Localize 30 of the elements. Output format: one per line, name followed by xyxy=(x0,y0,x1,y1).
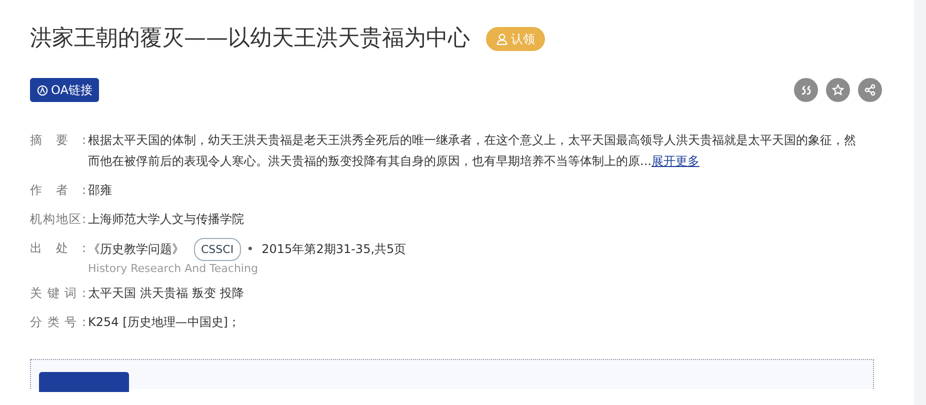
keyword-link[interactable]: 太平天国 xyxy=(88,283,136,304)
field-label: 作者: xyxy=(30,182,87,200)
article-title: 洪家王朝的覆灭——以幼天王洪天贵福为中心 xyxy=(30,26,470,52)
field-value: K254 [历史地理—中国史]； xyxy=(88,315,240,330)
issue-info: 2015年第2期31-35,共5页 xyxy=(262,241,406,258)
field-label: 分类号: xyxy=(30,314,87,332)
oa-icon xyxy=(37,84,48,96)
journal-english-name: History Research And Teaching xyxy=(88,261,259,278)
field-label: 摘要: xyxy=(30,132,87,150)
keyword-link[interactable]: 叛变 xyxy=(192,283,216,304)
share-icon xyxy=(862,82,878,98)
expand-more-link[interactable]: 展开更多 xyxy=(651,154,700,168)
person-icon xyxy=(496,33,508,46)
cssci-tag: CSSCI xyxy=(194,238,241,262)
star-icon xyxy=(830,82,846,98)
oa-link-button[interactable]: OA链接 xyxy=(30,78,100,102)
field-label: 机构地区: xyxy=(30,211,87,228)
share-button[interactable] xyxy=(858,78,882,102)
field-value: 上海师范大学人文与传播学院 xyxy=(88,212,244,226)
keyword-link[interactable]: 洪天贵福 xyxy=(140,283,188,304)
separator-dot: • xyxy=(246,241,254,258)
field-label: 出处: xyxy=(30,240,87,258)
keyword-link[interactable]: 投降 xyxy=(220,283,244,304)
cite-button[interactable] xyxy=(794,78,818,102)
favorite-button[interactable] xyxy=(826,78,850,102)
journal-link[interactable]: 《历史教学问题》 xyxy=(88,239,184,260)
abstract-text: 根据太平天国的体制，幼天王洪天贵福是老天王洪秀全死后的唯一继承者，在这个意义上，太平天国最高领导人洪天贵福就是太平天国的象征，然而他在被俘前后的表现令人寒心。洪天贵福的叛变投降有其自身的原因，也有早期培养不当等体制上的原...展开更多 xyxy=(88,132,857,170)
field-label: 关键词: xyxy=(30,285,87,302)
field-value: 邵雍 xyxy=(88,183,112,198)
download-button[interactable] xyxy=(39,372,129,392)
